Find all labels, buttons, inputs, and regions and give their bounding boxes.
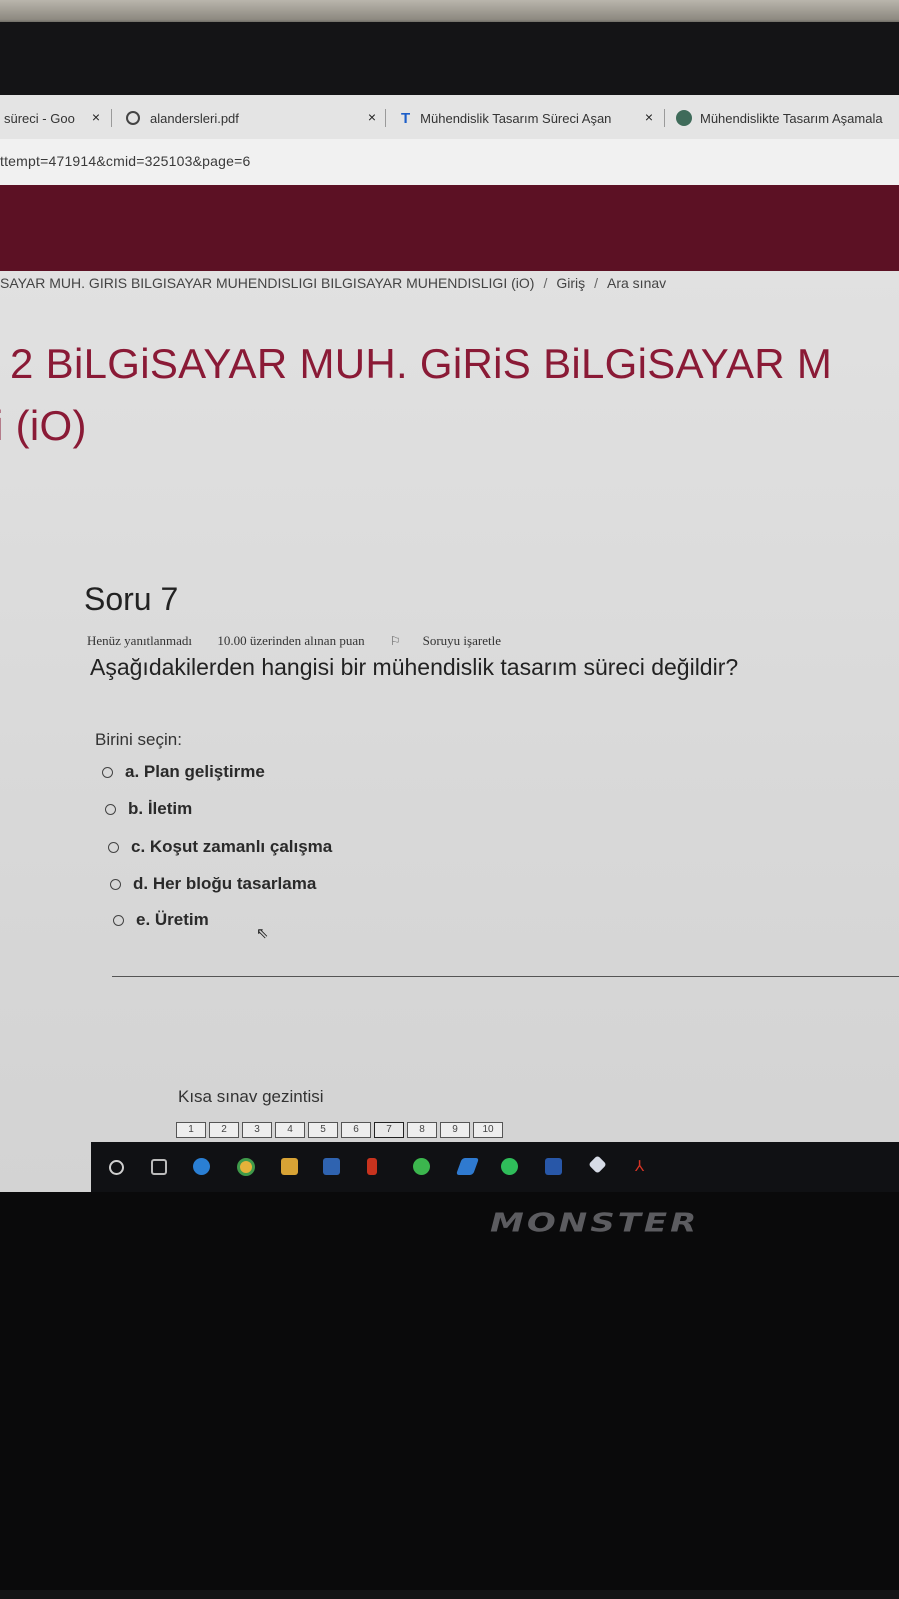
monitor-bezel-top [0, 22, 899, 100]
answer-prompt: Birini seçin: [95, 730, 182, 749]
quiz-page: SAYAR MUH. GIRIS BILGISAYAR MUHENDISLIGI… [0, 271, 899, 1192]
task-view-icon[interactable] [151, 1159, 167, 1175]
quiz-nav-page-8[interactable]: 8 [407, 1122, 437, 1138]
mouse-cursor-icon: ⇖ [256, 925, 269, 942]
breadcrumb-course[interactable]: SAYAR MUH. GIRIS BILGISAYAR MUHENDISLIGI… [0, 275, 534, 291]
answer-option-e[interactable]: e. Üretim [113, 910, 209, 930]
close-icon[interactable]: × [645, 109, 653, 125]
acrobat-icon[interactable]: ⅄ [635, 1158, 652, 1175]
address-bar[interactable]: ttempt=471914&cmid=325103&page=6 [0, 139, 899, 185]
tab-label: Mühendislik Tasarım Süreci Aşan [420, 110, 612, 126]
answer-option-c[interactable]: c. Koşut zamanlı çalışma [108, 837, 332, 857]
question-status: Henüz yanıtlanmadı [87, 633, 193, 648]
browser-tab-1[interactable]: süreci - Goo × [4, 103, 100, 133]
option-label: c. Koşut zamanlı çalışma [131, 837, 333, 856]
monitor-screen: süreci - Goo × alandersleri.pdf × T Mühe… [0, 95, 899, 1192]
url-text[interactable]: ttempt=471914&cmid=325103&page=6 [0, 153, 250, 169]
tab-separator [664, 109, 665, 127]
search-icon[interactable] [109, 1160, 124, 1175]
breadcrumb-separator: / [543, 275, 548, 291]
breadcrumb: SAYAR MUH. GIRIS BILGISAYAR MUHENDISLIGI… [0, 275, 666, 291]
edge-icon[interactable] [193, 1158, 210, 1175]
browser-tab-4[interactable]: Mühendislikte Tasarım Aşamala [676, 103, 899, 133]
flag-question-link[interactable]: ⚐ Soruyu işaretle [390, 633, 523, 648]
tab-separator [385, 109, 386, 127]
radio-button[interactable] [102, 766, 113, 778]
site-icon [676, 110, 692, 126]
quiz-nav-page-6[interactable]: 6 [341, 1122, 371, 1138]
option-label: e. Üretim [136, 910, 209, 929]
answer-option-a[interactable]: a. Plan geliştirme [102, 762, 265, 782]
question-text: Aşağıdakilerden hangisi bir mühendislik … [90, 654, 739, 680]
radio-button[interactable] [110, 878, 121, 890]
option-label: b. İletim [128, 799, 193, 818]
tab-label: Mühendislikte Tasarım Aşamala [700, 110, 883, 126]
radio-button[interactable] [113, 914, 124, 926]
globe-icon [126, 111, 140, 125]
quiz-nav-page-10[interactable]: 10 [473, 1122, 503, 1138]
quiz-nav-page-3[interactable]: 3 [242, 1122, 272, 1138]
file-explorer-icon[interactable] [281, 1158, 298, 1175]
course-title: 2 BiLGiSAYAR MUH. GiRiS BiLGiSAYAR M i (… [0, 333, 833, 457]
spotify-icon[interactable] [501, 1158, 518, 1175]
quiz-nav-page-7[interactable]: 7 [374, 1122, 404, 1138]
quiz-nav-page-9[interactable]: 9 [440, 1122, 470, 1138]
teams-icon[interactable] [545, 1158, 562, 1175]
quiz-nav-page-5[interactable]: 5 [308, 1122, 338, 1138]
chrome-icon[interactable] [237, 1158, 255, 1176]
course-title-line1: 2 BiLGiSAYAR MUH. GiRiS BiLGiSAYAR M [10, 340, 833, 387]
browser-tab-bar: süreci - Goo × alandersleri.pdf × T Mühe… [0, 95, 899, 139]
question-info: Henüz yanıtlanmadı 10.00 üzerinden alına… [87, 633, 545, 649]
option-label: d. Her bloğu tasarlama [133, 874, 317, 893]
office-icon[interactable] [367, 1158, 377, 1175]
answer-option-b[interactable]: b. İletim [105, 799, 192, 819]
quiz-nav-page-1[interactable]: 1 [176, 1122, 206, 1138]
quiz-nav-page-4[interactable]: 4 [275, 1122, 305, 1138]
course-title-line2: i (iO) [0, 402, 87, 449]
question-points: 10.00 üzerinden alınan puan [217, 633, 365, 648]
question-divider [112, 976, 899, 977]
tab-label: alandersleri.pdf [150, 110, 239, 126]
breadcrumb-quiz[interactable]: Ara sınav [607, 275, 666, 291]
t-logo-icon: T [401, 109, 411, 127]
3d-viewer-icon[interactable] [588, 1155, 607, 1174]
quiz-nav-page-2[interactable]: 2 [209, 1122, 239, 1138]
answer-option-d[interactable]: d. Her bloğu tasarlama [110, 874, 316, 894]
browser-tab-2[interactable]: alandersleri.pdf × [126, 103, 376, 133]
flag-icon: ⚐ [389, 634, 401, 648]
browser-tab-3[interactable]: T Mühendislik Tasarım Süreci Aşan × [401, 103, 653, 133]
radio-button[interactable] [108, 841, 119, 853]
question-number: Soru 7 [84, 581, 179, 617]
breadcrumb-separator: / [594, 275, 598, 291]
quiz-navigation: 1 2 3 4 5 6 7 8 9 10 [176, 1122, 506, 1138]
tab-label: süreci - Goo [4, 110, 75, 126]
option-label: a. Plan geliştirme [125, 762, 265, 781]
todo-icon[interactable] [455, 1158, 480, 1175]
close-icon[interactable]: × [92, 109, 100, 125]
monitor-brand-logo: MONSTER [490, 1208, 700, 1238]
quiz-navigation-title: Kısa sınav gezintisi [178, 1087, 324, 1106]
tab-separator [111, 109, 112, 127]
close-icon[interactable]: × [368, 109, 376, 125]
radio-button[interactable] [105, 803, 116, 815]
windows-taskbar: ⅄ [91, 1142, 899, 1192]
monitor-bezel-bottom [0, 1590, 899, 1599]
breadcrumb-section[interactable]: Giriş [556, 275, 585, 291]
site-header-banner [0, 185, 899, 271]
whatsapp-icon[interactable] [413, 1158, 430, 1175]
mail-icon[interactable] [323, 1158, 340, 1175]
flag-label: Soruyu işaretle [422, 633, 501, 648]
